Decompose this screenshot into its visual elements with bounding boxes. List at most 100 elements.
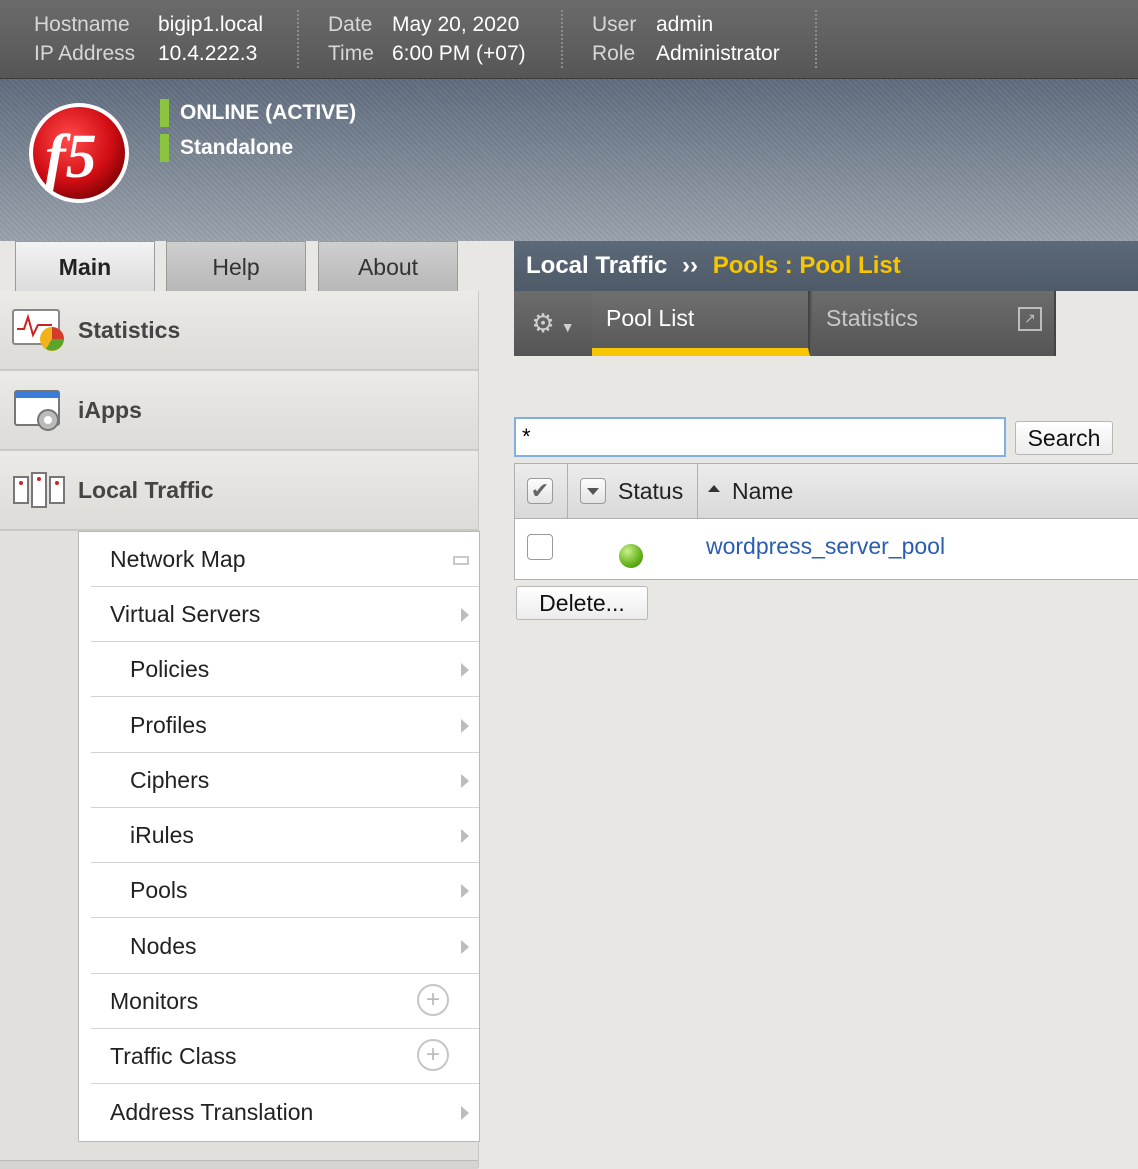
status-column-label: Status	[618, 478, 684, 504]
submenu-label: Monitors	[110, 988, 199, 1014]
submenu-pools[interactable]: Pools	[91, 863, 479, 918]
nav-section-label: Local Traffic	[78, 477, 214, 503]
chevron-right-icon[interactable]	[461, 1106, 469, 1120]
submenu-network-map[interactable]: Network Map	[91, 532, 479, 587]
tab-about[interactable]: About	[318, 241, 458, 291]
chevron-right-icon[interactable]	[461, 940, 469, 954]
submenu-profiles[interactable]: Profiles	[91, 698, 479, 753]
user-value: admin	[656, 13, 714, 36]
chevron-right-icon[interactable]	[461, 774, 469, 788]
submenu-label: Traffic Class	[110, 1043, 237, 1069]
subtab-bar: ⚙ ▼ Pool List Statistics ↗	[514, 291, 1056, 356]
date-label: Date	[328, 13, 373, 36]
submenu-ciphers[interactable]: Ciphers	[91, 753, 479, 808]
chevron-right-icon[interactable]	[461, 829, 469, 843]
chevron-down-icon: ▼	[560, 319, 575, 335]
svg-text:f5: f5	[45, 123, 97, 191]
add-traffic-class-icon[interactable]: +	[417, 1039, 449, 1071]
host-info: Hostname bigip1.local IP Address 10.4.222.…	[34, 10, 263, 68]
submenu-label: Nodes	[130, 933, 197, 959]
time-value: 6:00 PM (+07)	[392, 42, 526, 65]
local-traffic-icon	[13, 472, 65, 508]
hostname-value: bigip1.local	[158, 13, 264, 36]
ip-value: 10.4.222.3	[158, 42, 258, 65]
tab-statistics[interactable]: Statistics ↗	[812, 291, 1056, 356]
add-monitor-icon[interactable]: +	[417, 984, 449, 1016]
submenu-label: Policies	[130, 656, 210, 682]
hostname-label: Hostname	[34, 13, 130, 36]
tab-statistics-label: Statistics	[826, 305, 919, 331]
submenu-nodes[interactable]: Nodes	[91, 919, 479, 974]
status-online-text: ONLINE (ACTIVE)	[180, 101, 357, 124]
search-input[interactable]	[514, 417, 1006, 457]
external-link-icon: ↗	[1018, 307, 1042, 331]
tab-help[interactable]: Help	[166, 241, 306, 291]
submenu-virtual-servers[interactable]: Virtual Servers	[91, 587, 479, 642]
role-value: Administrator	[656, 42, 780, 65]
name-column-label: Name	[732, 478, 794, 504]
date-value: May 20, 2020	[392, 13, 520, 36]
name-column-header[interactable]: Name	[698, 464, 1138, 518]
status-available-icon	[619, 544, 643, 568]
submenu-label: Address Translation	[110, 1099, 314, 1125]
divider	[815, 10, 817, 68]
nav-section-label: Statistics	[78, 317, 181, 343]
table-header: ✔ Status Name	[515, 464, 1138, 519]
submenu-monitors[interactable]: Monitors +	[91, 974, 479, 1029]
options-menu-button[interactable]: ⚙ ▼	[514, 291, 594, 356]
divider	[561, 10, 563, 68]
chevron-right-icon[interactable]	[461, 884, 469, 898]
submenu-label: Virtual Servers	[110, 601, 261, 627]
iapps-icon	[14, 390, 60, 431]
status-indicator	[160, 134, 169, 162]
sort-ascending-icon	[708, 485, 720, 492]
submenu-label: Pools	[130, 877, 188, 903]
submenu-address-translation[interactable]: Address Translation	[91, 1085, 479, 1139]
role-label: Role	[592, 42, 636, 65]
status-online: ONLINE (ACTIVE)	[160, 99, 356, 127]
pool-name-link[interactable]: wordpress_server_pool	[706, 533, 945, 560]
gear-icon: ⚙	[531, 308, 555, 338]
row-checkbox[interactable]	[527, 534, 553, 560]
tab-main[interactable]: Main	[15, 241, 155, 291]
nav-section-label: iApps	[78, 397, 142, 423]
search-button[interactable]: Search	[1015, 421, 1113, 455]
banner: f5 ONLINE (ACTIVE) Standalone	[0, 79, 1138, 241]
chevron-right-icon[interactable]	[461, 719, 469, 733]
select-all-checkbox[interactable]: ✔	[527, 478, 553, 504]
status-filter-dropdown[interactable]	[580, 478, 606, 504]
status-indicator	[160, 99, 169, 127]
delete-button[interactable]: Delete...	[516, 586, 648, 620]
submenu-label: Profiles	[130, 712, 207, 738]
network-map-icon	[453, 556, 469, 565]
status-column-header[interactable]: Status	[568, 464, 698, 518]
pool-table: ✔ Status Name wordpress_server_pool	[514, 463, 1138, 580]
submenu-label: Ciphers	[130, 767, 210, 793]
submenu-label: iRules	[130, 822, 194, 848]
tab-pool-list[interactable]: Pool List	[592, 291, 810, 356]
time-label: Time	[328, 42, 374, 65]
breadcrumb-current: Pools : Pool List	[712, 252, 901, 279]
statistics-icon	[12, 309, 64, 351]
select-all-cell: ✔	[515, 464, 568, 518]
nav-section-statistics[interactable]: Statistics	[0, 291, 478, 371]
nav-section-local-traffic[interactable]: Local Traffic	[0, 451, 478, 531]
user-info: User admin Role Administrator	[592, 10, 780, 68]
chevron-right-icon[interactable]	[461, 608, 469, 622]
submenu-policies[interactable]: Policies	[91, 642, 479, 697]
f5-logo: f5	[29, 103, 129, 203]
submenu-traffic-class[interactable]: Traffic Class +	[91, 1029, 479, 1084]
system-info-bar: Hostname bigip1.local IP Address 10.4.222.…	[0, 0, 1138, 79]
breadcrumb-separator: ››	[682, 252, 699, 279]
submenu-irules[interactable]: iRules	[91, 808, 479, 863]
status-mode: Standalone	[160, 134, 293, 162]
chevron-right-icon[interactable]	[461, 663, 469, 677]
breadcrumb: Local Traffic ›› Pools : Pool List	[514, 241, 1138, 291]
submenu-label: Network Map	[110, 546, 246, 572]
breadcrumb-root[interactable]: Local Traffic	[526, 252, 667, 279]
local-traffic-submenu: Network Map Virtual Servers Policies Pro…	[78, 531, 480, 1142]
chevron-down-icon	[587, 488, 599, 495]
status-mode-text: Standalone	[180, 136, 294, 159]
divider	[297, 10, 299, 68]
nav-section-iapps[interactable]: iApps	[0, 371, 478, 451]
